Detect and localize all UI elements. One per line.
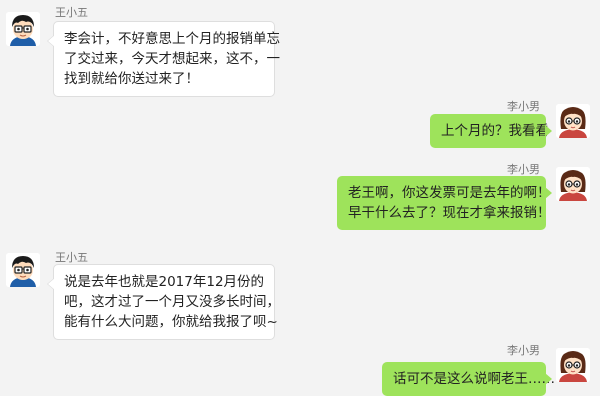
message-bubble[interactable]: 上个月的？我看看 [430,114,552,148]
message-text: 话可不是这么说啊老王…… [393,371,555,387]
sender-name: 王小五 [55,251,88,264]
message-text: 上个月的？我看看 [441,123,549,139]
message-text: 早干什么去了？现在才拿来报销！ [348,205,551,221]
sender-name: 李小男 [507,163,540,176]
message-text: 找到就给你送过来了！ [64,71,199,87]
boy-avatar-icon[interactable] [6,12,40,46]
message-text: 李会计，不好意思上个月的报销单忘 [64,31,280,47]
sender-name: 李小男 [507,344,540,357]
message-text: 了交过来，今天才想起来，这不，一 [64,51,280,67]
message-bubble[interactable]: 话可不是这么说啊老王…… [382,362,555,396]
girl-glasses-avatar-icon[interactable] [556,104,590,138]
girl-glasses-avatar-icon[interactable] [556,167,590,201]
message-text: 能有什么大问题，你就给我报了呗~ [64,314,278,330]
sender-name: 李小男 [507,100,540,113]
message-text: 吧，这才过了一个月又没多长时间， [64,294,280,310]
chat-area: 王小五 李会计，不好意思上个月的报销单忘 了交过来，今天才想起来，这不，一 找到… [0,0,600,396]
message-text: 说是去年也就是2017年12月份的 [64,274,265,290]
girl-glasses-avatar-icon[interactable] [556,348,590,382]
message-bubble[interactable]: 老王啊，你这发票可是去年的啊！ 早干什么去了？现在才拿来报销！ [337,176,552,230]
message-bubble[interactable]: 说是去年也就是2017年12月份的 吧，这才过了一个月又没多长时间， 能有什么大… [47,264,280,340]
sender-name: 王小五 [55,6,88,19]
message-text: 老王啊，你这发票可是去年的啊！ [348,185,551,201]
boy-avatar-icon[interactable] [6,253,40,287]
message-bubble[interactable]: 李会计，不好意思上个月的报销单忘 了交过来，今天才想起来，这不，一 找到就给你送… [47,21,280,97]
